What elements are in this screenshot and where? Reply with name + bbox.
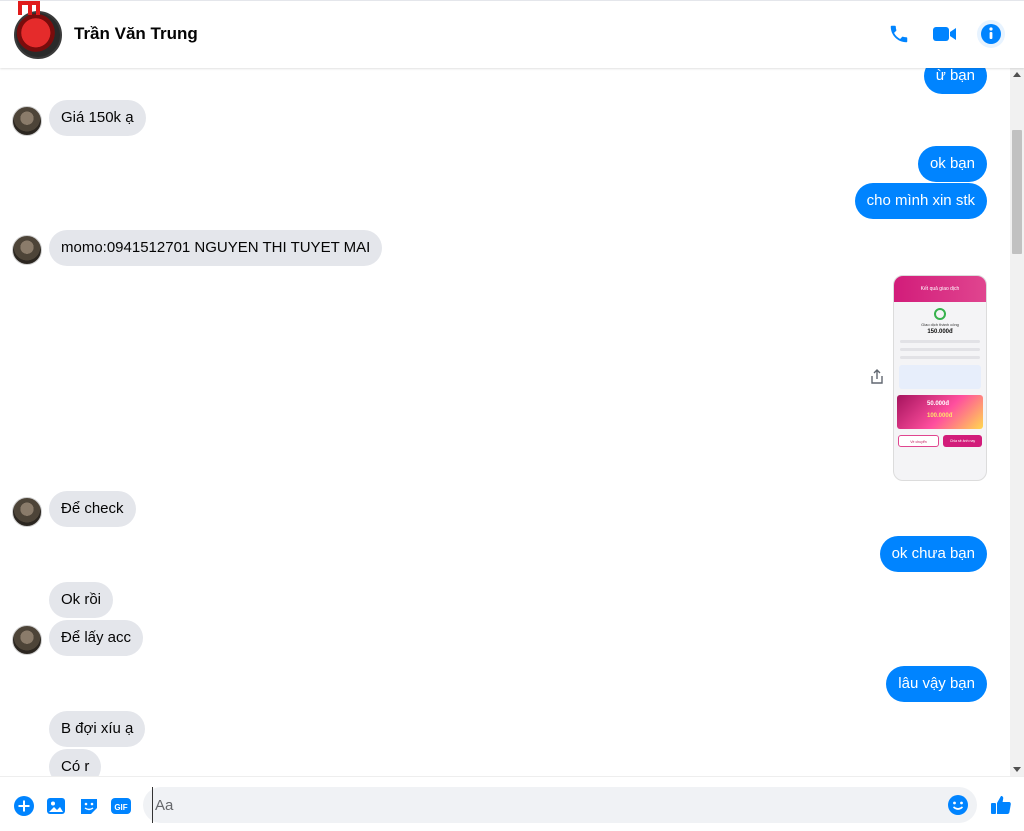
contact-avatar-small [12,625,42,655]
sticker-button[interactable] [78,795,100,817]
emoji-button[interactable] [947,794,969,816]
transfer-receipt-image[interactable]: Kết quả giao dịch Giao dịch thành công 1… [893,275,987,481]
contact-avatar[interactable] [14,1,62,59]
scrollbar-thumb[interactable] [1012,130,1022,254]
incoming-message[interactable]: Ok rồi [49,582,114,618]
contact-name[interactable]: Trần Văn Trung [74,24,198,44]
red-badge-icon [18,1,40,15]
thread-scrollbar[interactable] [1010,68,1024,776]
voice-call-button[interactable] [884,19,914,49]
outgoing-message[interactable]: ừ bạn [923,68,987,94]
message-composer: GIF [0,776,1024,831]
receipt-left-button: Về chuyển [898,435,939,447]
svg-text:GIF: GIF [114,803,127,812]
receipt-line [900,356,980,359]
smiley-icon [948,795,968,815]
like-button[interactable] [989,793,1013,817]
share-button[interactable] [868,368,886,386]
contact-avatar-small [12,497,42,527]
contact-avatar-small [12,106,42,136]
receipt-header: Kết quả giao dịch [894,276,986,302]
attach-photo-button[interactable] [45,795,67,817]
promo-banner-top: 50.000đ [927,401,950,407]
outgoing-message[interactable]: cho mình xin stk [854,183,987,219]
incoming-message[interactable]: momo:0941512701 NGUYEN THI TUYET MAI [49,230,383,266]
message-thread[interactable]: ừ bạn Giá 150k ạ ok bạn cho mình xin stk… [0,68,1010,776]
incoming-message[interactable]: Có r [49,749,102,776]
video-camera-icon [933,27,956,41]
info-icon [977,20,1005,48]
receipt-info-card [899,365,981,389]
share-icon [871,369,883,384]
receipt-buttons: Về chuyển Chia sẻ ảnh nay [898,435,982,447]
promo-banner-bottom: 100.000đ [927,413,953,419]
receipt-right-button: Chia sẻ ảnh nay [943,435,982,447]
conversation-info-button[interactable] [976,19,1006,49]
scroll-down-arrow-icon[interactable] [1013,767,1021,772]
message-input-wrapper [143,787,977,823]
outgoing-message[interactable]: ok chưa bạn [879,536,987,572]
receipt-amount: 150.000đ [927,329,953,335]
incoming-message[interactable]: Để lấy acc [49,620,144,656]
incoming-message[interactable]: Để check [49,491,136,527]
photo-icon [47,798,65,814]
sticker-icon [81,799,97,814]
video-call-button[interactable] [930,19,960,49]
conversation-header: Trần Văn Trung [0,0,1024,68]
success-check-icon [934,308,946,320]
contact-avatar-image [14,11,62,59]
receipt-line [900,340,980,343]
contact-avatar-small [12,235,42,265]
outgoing-message[interactable]: lâu vậy bạn [886,666,987,702]
plus-circle-icon [14,796,34,816]
phone-icon [890,25,908,43]
incoming-message[interactable]: Giá 150k ạ [49,100,146,136]
thumbs-up-icon [991,796,1011,814]
message-input[interactable] [152,787,942,823]
promo-banner: 50.000đ 100.000đ [897,395,983,429]
receipt-line [900,348,980,351]
scroll-up-arrow-icon[interactable] [1013,72,1021,77]
gif-button[interactable]: GIF [110,795,132,817]
more-actions-button[interactable] [13,795,35,817]
header-actions [884,19,1006,49]
gif-icon: GIF [111,798,131,814]
receipt-status: Giao dịch thành công [921,322,959,327]
incoming-message[interactable]: B đợi xíu ạ [49,711,146,747]
outgoing-message[interactable]: ok bạn [917,146,987,182]
